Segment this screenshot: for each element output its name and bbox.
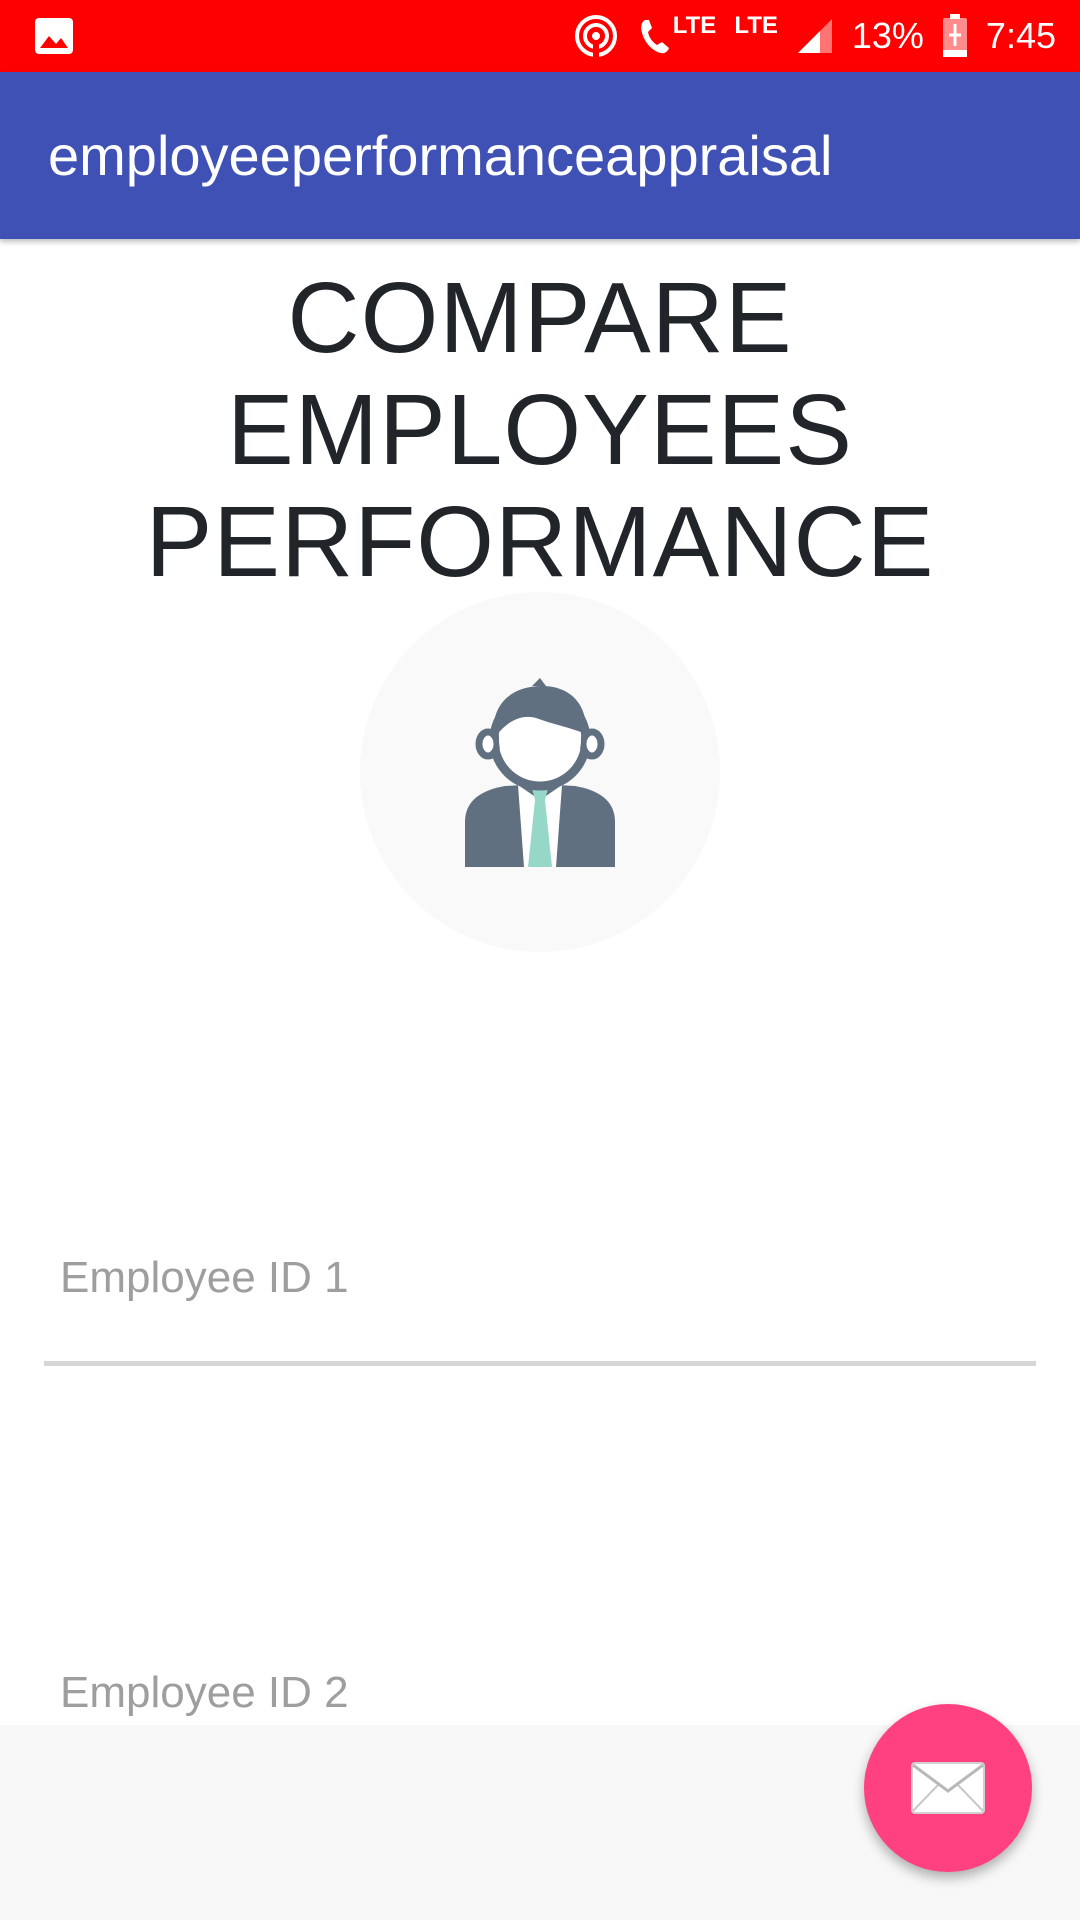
page-title-line-1: COMPARE xyxy=(287,262,793,374)
lte-label-2: LTE xyxy=(734,12,778,39)
send-mail-button[interactable] xyxy=(864,1704,1032,1872)
mail-icon xyxy=(911,1762,985,1814)
page-title-line-3: PERFORMANCE xyxy=(145,486,935,598)
status-bar: LTE LTE 13% 7:45 xyxy=(0,0,1080,72)
call-icon xyxy=(641,20,669,54)
employee-avatar-icon xyxy=(465,678,615,867)
gallery-icon xyxy=(35,18,73,54)
hotspot-icon xyxy=(574,15,617,57)
lte-label-1: LTE xyxy=(672,12,717,39)
clock: 7:45 xyxy=(985,15,1056,56)
employee-id-1-underline xyxy=(44,1361,1036,1366)
employee-id-1-input[interactable] xyxy=(44,1218,1036,1338)
battery-charging-icon xyxy=(942,14,967,57)
signal-icon xyxy=(797,19,832,53)
avatar xyxy=(360,592,720,952)
app-bar: employeeperformanceappraisal xyxy=(0,72,1080,239)
app-title: employeeperformanceappraisal xyxy=(48,124,833,187)
employee-id-1-field[interactable] xyxy=(44,1218,1036,1338)
page-title-line-2: EMPLOYEES xyxy=(227,374,853,486)
battery-percent: 13% xyxy=(851,15,924,56)
page-title: COMPARE EMPLOYEES PERFORMANCE xyxy=(0,262,1080,598)
